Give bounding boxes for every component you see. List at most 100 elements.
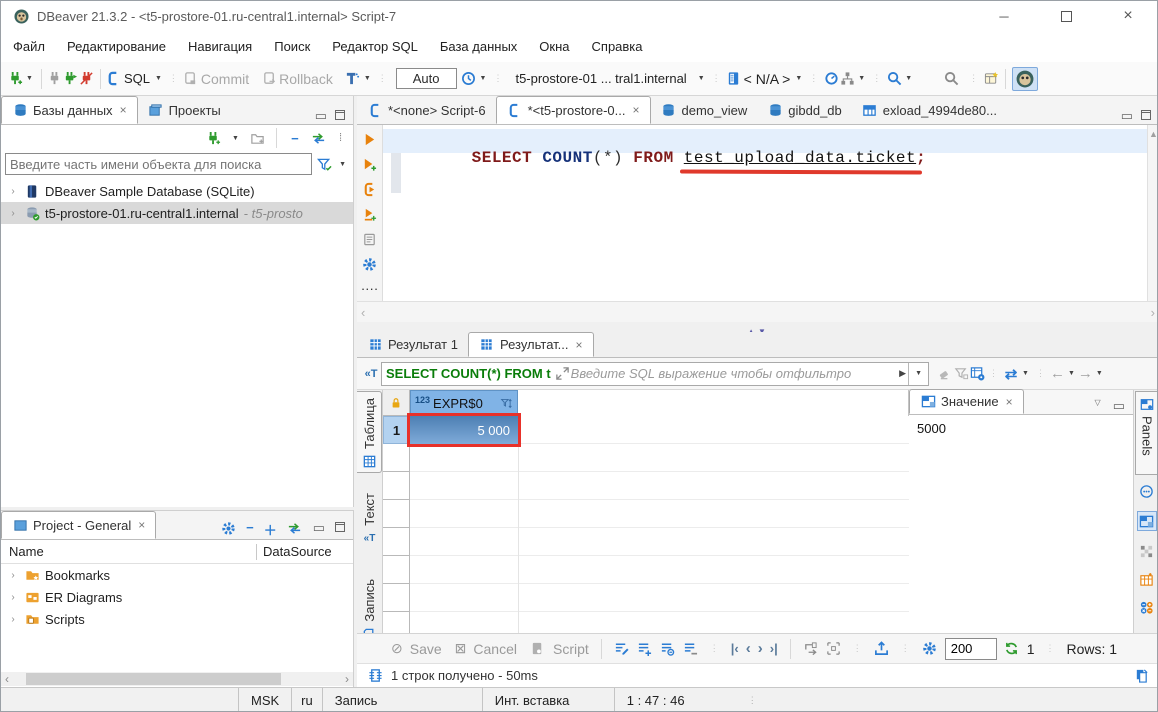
new-folder-icon[interactable] — [250, 130, 266, 146]
editor-tab-exload[interactable]: exload_4994de80... — [852, 96, 1007, 124]
tab-project-close-icon[interactable]: × — [138, 518, 145, 532]
editor-tab-close-icon[interactable]: × — [632, 103, 639, 117]
result-grid[interactable]: 123 EXPR$0 1 5 000 — [383, 390, 909, 663]
transaction-mode-dropdown[interactable]: ▼ — [364, 75, 371, 82]
tab-databases-close-icon[interactable]: × — [120, 103, 127, 117]
project-item-er-diagrams[interactable]: › ER Diagrams — [1, 586, 353, 608]
side-tab-table[interactable]: Таблица — [357, 391, 382, 473]
insert-mode-segment[interactable]: Инт. вставка — [482, 688, 614, 712]
dbeaver-account-button[interactable] — [1012, 67, 1038, 91]
value-panel-content[interactable]: 5000 — [909, 415, 1133, 442]
prev-page-icon[interactable]: ‹ — [746, 640, 751, 657]
tree-item-sample-db[interactable]: › DBeaver Sample Database (SQLite) — [1, 180, 353, 202]
refresh-result-icon[interactable]: ⇄ — [1003, 366, 1019, 382]
connection-selector-dropdown[interactable]: ▼ — [698, 75, 705, 82]
panels-toggle[interactable]: Panels — [1135, 391, 1158, 475]
global-search-icon[interactable] — [943, 71, 959, 87]
project-maximize-icon[interactable] — [335, 520, 345, 539]
sql-editor-label[interactable]: SQL — [124, 71, 150, 86]
export-data-icon[interactable] — [874, 641, 890, 657]
sql-editor-area[interactable]: SELECT COUNT(*) FROM test_upload_data.ti… — [383, 125, 1147, 301]
project-hscrollbar[interactable]: ‹ › — [1, 672, 353, 686]
menu-file[interactable]: Файл — [13, 39, 45, 54]
cursor-position-segment[interactable]: 1 : 47 : 46 — [614, 688, 744, 712]
execute-new-tab-icon[interactable] — [362, 156, 378, 172]
auto-commit-field[interactable]: Auto — [396, 68, 457, 89]
collapse-all-icon[interactable]: − — [287, 130, 303, 146]
refresh-icon[interactable] — [1004, 641, 1020, 657]
execute-script-new-icon[interactable] — [362, 206, 378, 222]
new-connection-small-icon[interactable] — [205, 130, 221, 146]
network-profile-dropdown[interactable]: ▼ — [858, 75, 865, 82]
value-panel-minimize-icon[interactable]: ▭ — [1113, 398, 1125, 414]
expander-icon[interactable]: › — [7, 208, 19, 219]
editor-tab-demo-view[interactable]: demo_view — [651, 96, 758, 124]
editor-maximize-icon[interactable] — [1141, 108, 1151, 124]
fetch-all-icon[interactable] — [826, 641, 842, 657]
nav-back-dropdown[interactable]: ▼ — [1068, 370, 1075, 377]
column-name[interactable]: Name — [1, 544, 256, 559]
project-item-bookmarks[interactable]: › Bookmarks — [1, 564, 353, 586]
filter-objects-dropdown[interactable]: ▼ — [339, 161, 346, 168]
menu-help[interactable]: Справка — [592, 39, 643, 54]
transaction-mode-icon[interactable] — [345, 71, 361, 87]
menu-database[interactable]: База данных — [440, 39, 517, 54]
explain-plan-icon[interactable] — [362, 231, 378, 247]
project-minimize-icon[interactable]: ▭ — [313, 520, 325, 539]
edit-cell-icon[interactable] — [614, 641, 630, 657]
next-page-icon[interactable]: › — [758, 640, 763, 657]
results-tab-close-icon[interactable]: × — [576, 338, 583, 352]
editor-vscrollbar[interactable]: ▲ — [1147, 125, 1158, 301]
database-selector[interactable]: < N/A > — [744, 71, 791, 87]
column-datasource[interactable]: DataSource — [257, 544, 353, 559]
aggregate-panel-icon[interactable] — [1139, 599, 1155, 615]
menu-edit[interactable]: Редактирование — [67, 39, 166, 54]
language-segment[interactable]: ru — [291, 688, 322, 712]
minimize-button[interactable]: ─ — [973, 1, 1035, 31]
filter-history-dropdown[interactable]: ▼ — [915, 370, 922, 377]
menu-windows[interactable]: Окна — [539, 39, 569, 54]
grid-row-number-cell[interactable]: 1 — [383, 416, 410, 444]
fetch-page-icon[interactable] — [803, 641, 819, 657]
view-menu-icon[interactable]: ⁞ — [339, 132, 343, 144]
grouping-panel-icon[interactable] — [1139, 483, 1155, 499]
expander-icon[interactable]: › — [7, 570, 19, 581]
menu-navigation[interactable]: Навигация — [188, 39, 252, 54]
project-expand-icon[interactable]: ＋ — [264, 520, 277, 539]
editor-tab-script6[interactable]: *<none> Script-6 — [357, 96, 496, 124]
transaction-log-icon[interactable] — [461, 71, 477, 87]
new-connection-small-dropdown[interactable]: ▼ — [232, 135, 239, 142]
new-connection-icon[interactable] — [7, 71, 23, 87]
new-connection-dropdown[interactable]: ▼ — [26, 75, 33, 82]
calc-panel-icon[interactable] — [1139, 543, 1155, 559]
column-filter-sort-icon[interactable] — [500, 395, 513, 411]
tab-projects[interactable]: Проекты — [138, 96, 231, 124]
sql-code-line[interactable]: SELECT COUNT(*) FROM test_upload_data.ti… — [411, 131, 926, 185]
editor-hscrollbar[interactable]: ‹ › — [357, 301, 1158, 322]
database-selector-icon[interactable] — [726, 71, 742, 87]
refresh-dropdown[interactable]: ▼ — [1022, 370, 1029, 377]
tab-databases[interactable]: Базы данных × — [1, 96, 138, 124]
editor-tab-gibdd-db[interactable]: gibdd_db — [757, 96, 852, 124]
open-perspective-icon[interactable] — [983, 71, 999, 87]
editor-tab-t5-prostore[interactable]: *<t5-prostore-0... × — [496, 96, 651, 124]
link-with-editor-icon[interactable] — [311, 130, 327, 146]
reconnect-icon[interactable] — [63, 71, 79, 87]
project-link-icon[interactable] — [287, 520, 303, 536]
scroll-left-icon[interactable]: ‹ — [361, 305, 365, 320]
maximize-button[interactable] — [1035, 1, 1097, 31]
copy-status-icon[interactable] — [1133, 668, 1149, 684]
value-panel-tab[interactable]: Значение × — [909, 389, 1024, 414]
side-tab-text[interactable]: Текст «T — [357, 487, 382, 565]
filter-settings-icon[interactable] — [969, 366, 985, 382]
filter-expand-arrow[interactable]: ▶ — [899, 368, 906, 379]
editor-minimize-icon[interactable]: ▭ — [1121, 108, 1133, 124]
databases-maximize-icon[interactable] — [335, 108, 345, 124]
execute-script-icon[interactable] — [362, 181, 378, 197]
filter-input-field[interactable]: SELECT COUNT(*) FROM t Введите SQL выраж… — [381, 362, 929, 386]
expander-icon[interactable]: › — [7, 186, 19, 197]
execute-statement-icon[interactable] — [362, 131, 378, 147]
transaction-log-dropdown[interactable]: ▼ — [480, 75, 487, 82]
editor-settings-icon[interactable] — [362, 256, 378, 272]
tree-item-t5-prostore[interactable]: › t5-prostore-01.ru-central1.internal - … — [1, 202, 353, 224]
